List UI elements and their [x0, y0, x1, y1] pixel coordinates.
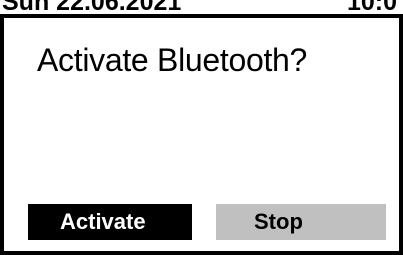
bluetooth-dialog: Activate Bluetooth? Activate Stop — [0, 14, 403, 255]
dialog-title: Activate Bluetooth? — [37, 42, 308, 78]
stop-button[interactable]: Stop — [216, 204, 386, 240]
activate-button[interactable]: Activate — [28, 204, 192, 240]
status-time: 10:0 — [346, 0, 397, 16]
status-bar: Sun 22.06.2021 10:0 — [0, 0, 403, 16]
status-date: Sun 22.06.2021 — [2, 0, 182, 16]
